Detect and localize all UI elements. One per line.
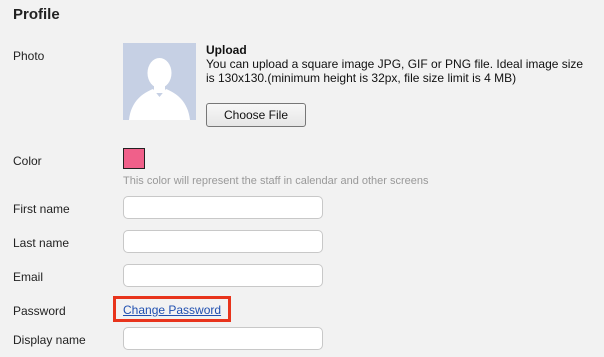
last-name-label: Last name	[13, 236, 70, 250]
avatar-placeholder-icon	[129, 58, 190, 120]
photo-label: Photo	[13, 49, 45, 63]
color-swatch[interactable]	[123, 148, 145, 169]
last-name-field[interactable]	[123, 230, 323, 253]
first-name-field[interactable]	[123, 196, 323, 219]
email-field[interactable]	[123, 264, 323, 287]
first-name-label: First name	[13, 202, 70, 216]
color-label: Color	[13, 154, 42, 168]
color-hint: This color will represent the staff in c…	[123, 175, 429, 187]
password-label: Password	[13, 304, 66, 318]
page-title: Profile	[13, 6, 60, 23]
choose-file-button[interactable]: Choose File	[206, 103, 306, 127]
email-label: Email	[13, 270, 44, 284]
profile-photo	[123, 43, 196, 120]
display-name-field[interactable]	[123, 327, 323, 350]
change-password-link[interactable]: Change Password	[123, 303, 221, 317]
upload-description: You can upload a square image JPG, GIF o…	[206, 57, 584, 85]
upload-title: Upload	[206, 43, 247, 57]
display-name-label: Display name	[13, 333, 86, 347]
